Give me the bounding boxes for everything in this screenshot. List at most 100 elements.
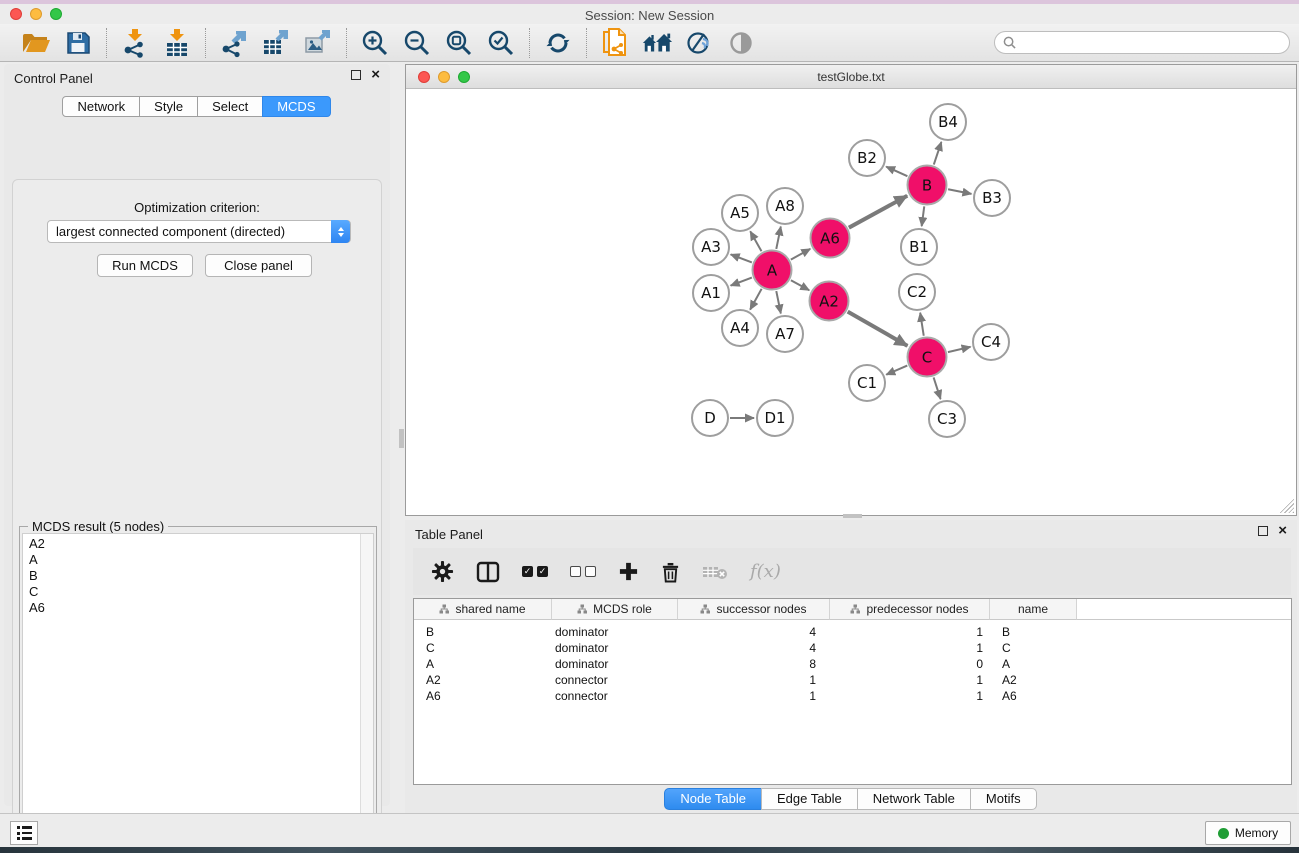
graph-node-A8[interactable]: A8: [766, 187, 804, 225]
edge-A-A3[interactable]: [731, 254, 752, 262]
network-window-titlebar[interactable]: testGlobe.txt: [406, 65, 1296, 89]
tab-select[interactable]: Select: [197, 96, 263, 117]
show-column-panel-icon[interactable]: [476, 561, 500, 583]
tab-network[interactable]: Network: [62, 96, 140, 117]
new-network-icon[interactable]: [599, 27, 631, 59]
tab-network-table[interactable]: Network Table: [857, 788, 971, 810]
table-cell[interactable]: A6: [414, 688, 552, 704]
graph-node-C3[interactable]: C3: [928, 400, 966, 438]
table-cell[interactable]: C: [414, 640, 552, 656]
graph-node-B4[interactable]: B4: [929, 103, 967, 141]
edge-A6-B[interactable]: [849, 196, 907, 228]
edge-A2-C[interactable]: [848, 312, 908, 346]
graph-node-C1[interactable]: C1: [848, 364, 886, 402]
edge-A-A5[interactable]: [750, 231, 761, 251]
run-mcds-button[interactable]: Run MCDS: [97, 254, 193, 277]
column-header-MCDS-role[interactable]: MCDS role: [552, 599, 678, 620]
graph-node-C[interactable]: C: [907, 337, 948, 378]
mcds-result-item[interactable]: A6: [29, 600, 373, 616]
zoom-fit-icon[interactable]: [443, 27, 475, 59]
table-row[interactable]: A2connector11A2: [414, 672, 1291, 688]
table-row[interactable]: Adominator80A: [414, 656, 1291, 672]
table-cell[interactable]: dominator: [552, 640, 678, 656]
graph-node-D[interactable]: D: [691, 399, 729, 437]
table-header-row[interactable]: shared nameMCDS rolesuccessor nodesprede…: [414, 599, 1291, 620]
edge-A-A7[interactable]: [776, 291, 781, 313]
delete-table-icon[interactable]: [702, 563, 728, 581]
table-body[interactable]: Bdominator41BCdominator41CAdominator80AA…: [414, 620, 1291, 704]
graph-node-A2[interactable]: A2: [809, 281, 850, 322]
edge-B-B2[interactable]: [886, 167, 907, 177]
column-header-name[interactable]: name: [990, 599, 1077, 620]
import-table-icon[interactable]: [161, 27, 193, 59]
graph-node-C2[interactable]: C2: [898, 273, 936, 311]
table-cell[interactable]: A2: [990, 672, 1077, 688]
tab-motifs[interactable]: Motifs: [970, 788, 1037, 810]
graph-node-A5[interactable]: A5: [721, 194, 759, 232]
search-input[interactable]: [1021, 36, 1271, 50]
graph-node-A[interactable]: A: [752, 250, 793, 291]
edge-A-A8[interactable]: [776, 227, 781, 249]
function-builder-icon[interactable]: f(x): [750, 561, 781, 582]
tab-node-table[interactable]: Node Table: [664, 788, 762, 810]
edge-C-C3[interactable]: [934, 377, 941, 399]
tab-style[interactable]: Style: [139, 96, 198, 117]
table-cell[interactable]: 1: [830, 688, 990, 704]
table-cell[interactable]: connector: [552, 688, 678, 704]
edge-C-C1[interactable]: [886, 366, 907, 375]
graph-node-A7[interactable]: A7: [766, 315, 804, 353]
table-row[interactable]: Cdominator41C: [414, 640, 1291, 656]
edge-C-C2[interactable]: [920, 313, 924, 336]
table-row[interactable]: A6connector11A6: [414, 688, 1291, 704]
close-panel-icon[interactable]: ×: [371, 70, 380, 80]
import-network-icon[interactable]: [119, 27, 151, 59]
graph-node-B1[interactable]: B1: [900, 228, 938, 266]
table-cell[interactable]: C: [990, 640, 1077, 656]
mcds-result-item[interactable]: A: [29, 552, 373, 568]
table-cell[interactable]: A: [990, 656, 1077, 672]
table-cell[interactable]: 1: [678, 688, 830, 704]
close-panel-icon[interactable]: ×: [1278, 526, 1287, 536]
result-scrollbar[interactable]: [360, 534, 373, 853]
zoom-out-icon[interactable]: [401, 27, 433, 59]
save-session-icon[interactable]: [62, 27, 94, 59]
edge-B-B1[interactable]: [922, 206, 925, 226]
task-history-button[interactable]: [10, 821, 38, 845]
table-cell[interactable]: 1: [830, 624, 990, 640]
graph-node-A6[interactable]: A6: [810, 218, 851, 259]
splitter-handle[interactable]: [399, 429, 404, 448]
home-icon[interactable]: [641, 27, 673, 59]
table-cell[interactable]: A2: [414, 672, 552, 688]
edge-A-A4[interactable]: [750, 289, 761, 310]
export-table-icon[interactable]: [260, 27, 292, 59]
graph-node-B2[interactable]: B2: [848, 139, 886, 177]
table-cell[interactable]: 1: [830, 640, 990, 656]
table-cell[interactable]: B: [990, 624, 1077, 640]
column-header-successor-nodes[interactable]: successor nodes: [678, 599, 830, 620]
edge-A-A6[interactable]: [791, 249, 810, 260]
graph-node-A3[interactable]: A3: [692, 228, 730, 266]
edge-B-B3[interactable]: [948, 189, 971, 194]
refresh-icon[interactable]: [542, 27, 574, 59]
zoom-in-icon[interactable]: [359, 27, 391, 59]
network-canvas[interactable]: B4B2BB3B1A5A8A6A3AA1C2A2A4A7C4CC1C3DD1: [406, 89, 1296, 515]
select-all-columns-icon[interactable]: ✓✓: [522, 566, 548, 577]
node-table[interactable]: shared nameMCDS rolesuccessor nodesprede…: [413, 598, 1292, 785]
table-cell[interactable]: connector: [552, 672, 678, 688]
mcds-result-item[interactable]: B: [29, 568, 373, 584]
deselect-all-columns-icon[interactable]: [570, 566, 596, 577]
memory-button[interactable]: Memory: [1205, 821, 1291, 845]
criterion-dropdown[interactable]: largest connected component (directed): [47, 220, 351, 243]
zoom-selected-icon[interactable]: [485, 27, 517, 59]
table-settings-gear-icon[interactable]: [431, 560, 454, 583]
table-cell[interactable]: B: [414, 624, 552, 640]
add-column-icon[interactable]: [618, 561, 639, 582]
mcds-result-list[interactable]: A2ABCA6: [22, 533, 374, 853]
splitter-handle[interactable]: [843, 514, 862, 518]
column-header-shared-name[interactable]: shared name: [414, 599, 552, 620]
table-row[interactable]: Bdominator41B: [414, 624, 1291, 640]
graph-node-A4[interactable]: A4: [721, 309, 759, 347]
export-network-icon[interactable]: [218, 27, 250, 59]
edge-C-C4[interactable]: [948, 347, 971, 352]
hide-graphics-details-icon[interactable]: [725, 27, 757, 59]
